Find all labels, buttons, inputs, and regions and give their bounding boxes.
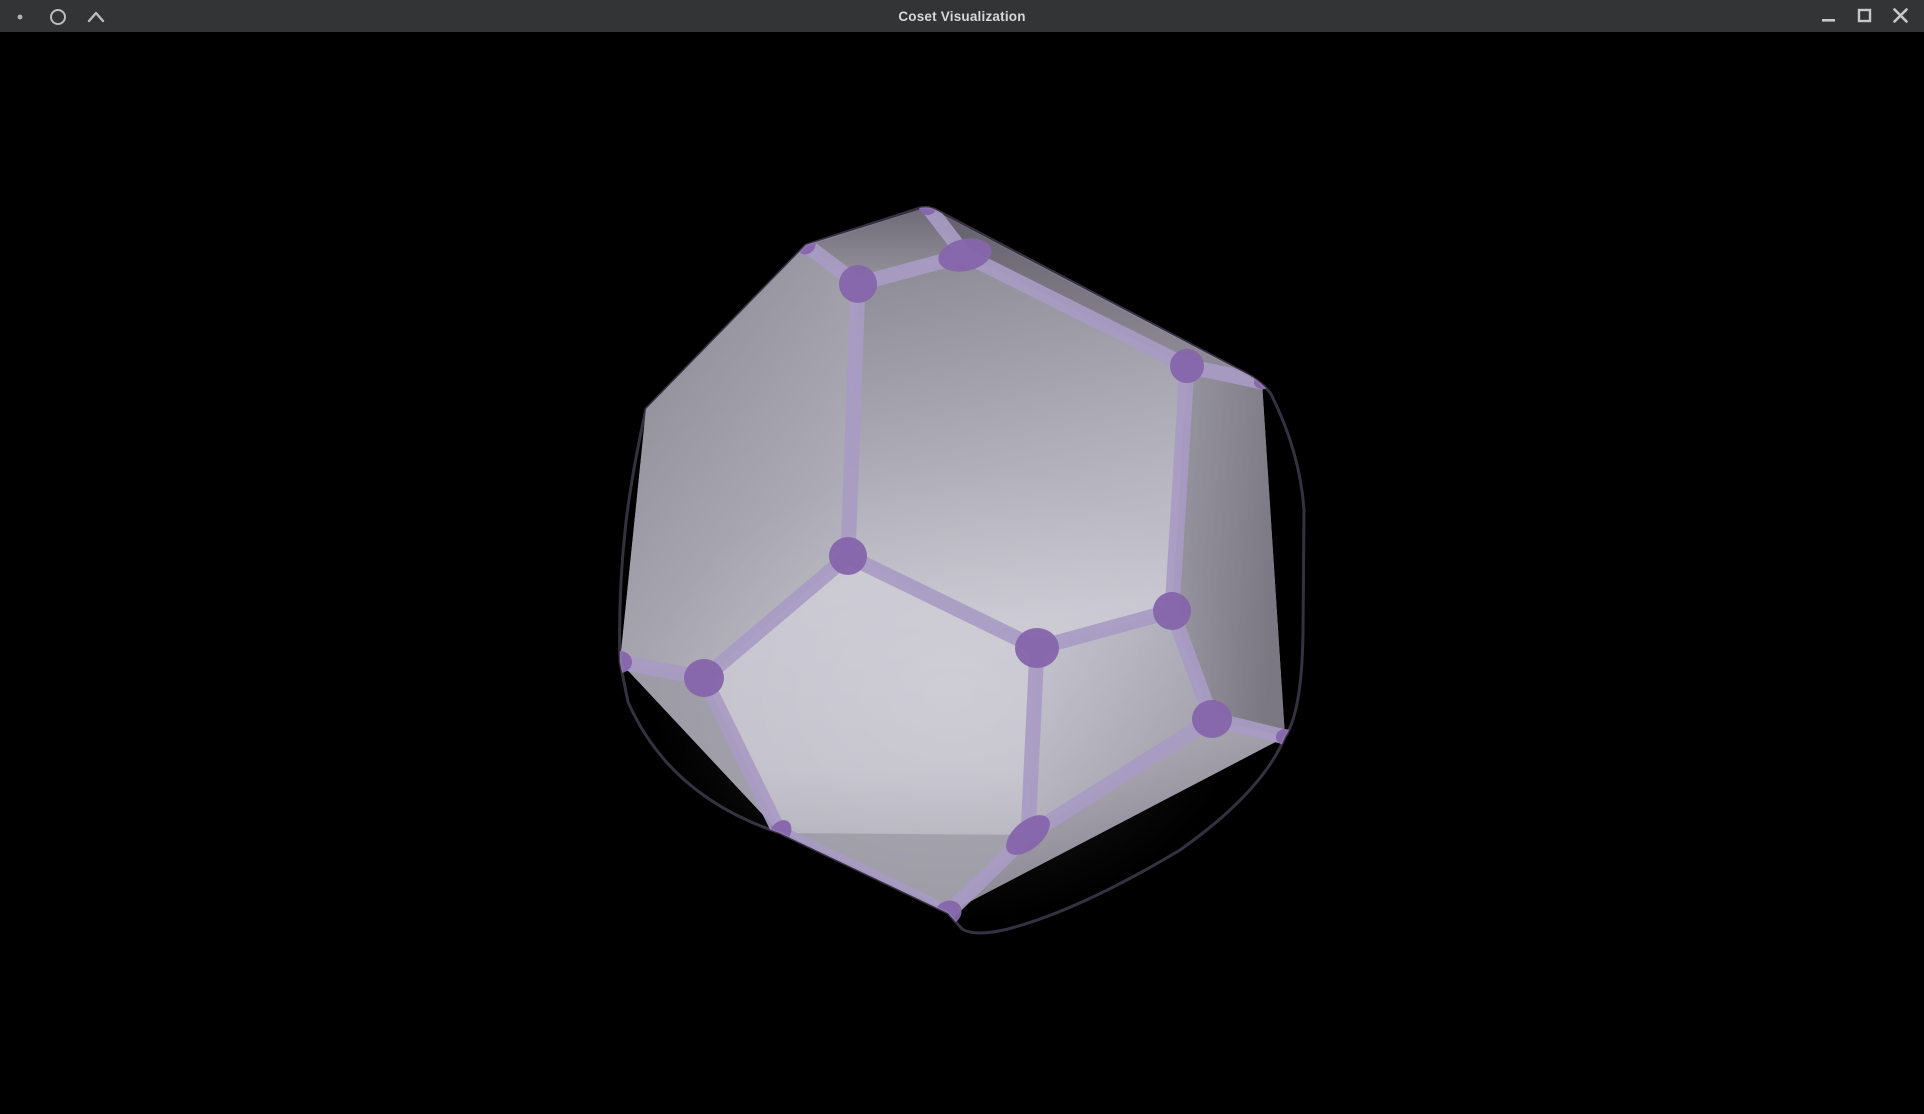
close-button[interactable] <box>1888 3 1914 29</box>
titlebar-left-icons <box>0 4 108 28</box>
vertex-I <box>1153 592 1191 630</box>
circle-icon[interactable] <box>46 4 70 28</box>
vertex-A <box>839 265 877 303</box>
edge-K-E <box>1028 648 1037 835</box>
dot-icon[interactable] <box>8 4 32 28</box>
titlebar: Coset Visualization <box>0 0 1924 32</box>
vertex-C <box>829 537 867 575</box>
chevron-up-icon[interactable] <box>84 4 108 28</box>
vertex-D <box>684 659 724 697</box>
edge-A-C <box>848 284 858 556</box>
window-title: Coset Visualization <box>0 9 1924 24</box>
app-window: Coset Visualization <box>0 0 1924 1114</box>
window-controls <box>1816 3 1924 29</box>
minimize-button[interactable] <box>1816 3 1842 29</box>
maximize-button[interactable] <box>1852 3 1878 29</box>
render-viewport <box>0 32 1924 1114</box>
vertex-R1 <box>1254 375 1270 389</box>
vertex-J <box>1192 700 1232 738</box>
coset-3d-scene[interactable] <box>0 32 1924 1114</box>
polyhedron[interactable] <box>608 196 1294 930</box>
specular-highlight <box>650 462 1250 922</box>
vertex-H <box>1170 349 1204 383</box>
vertex-E <box>1015 628 1059 668</box>
